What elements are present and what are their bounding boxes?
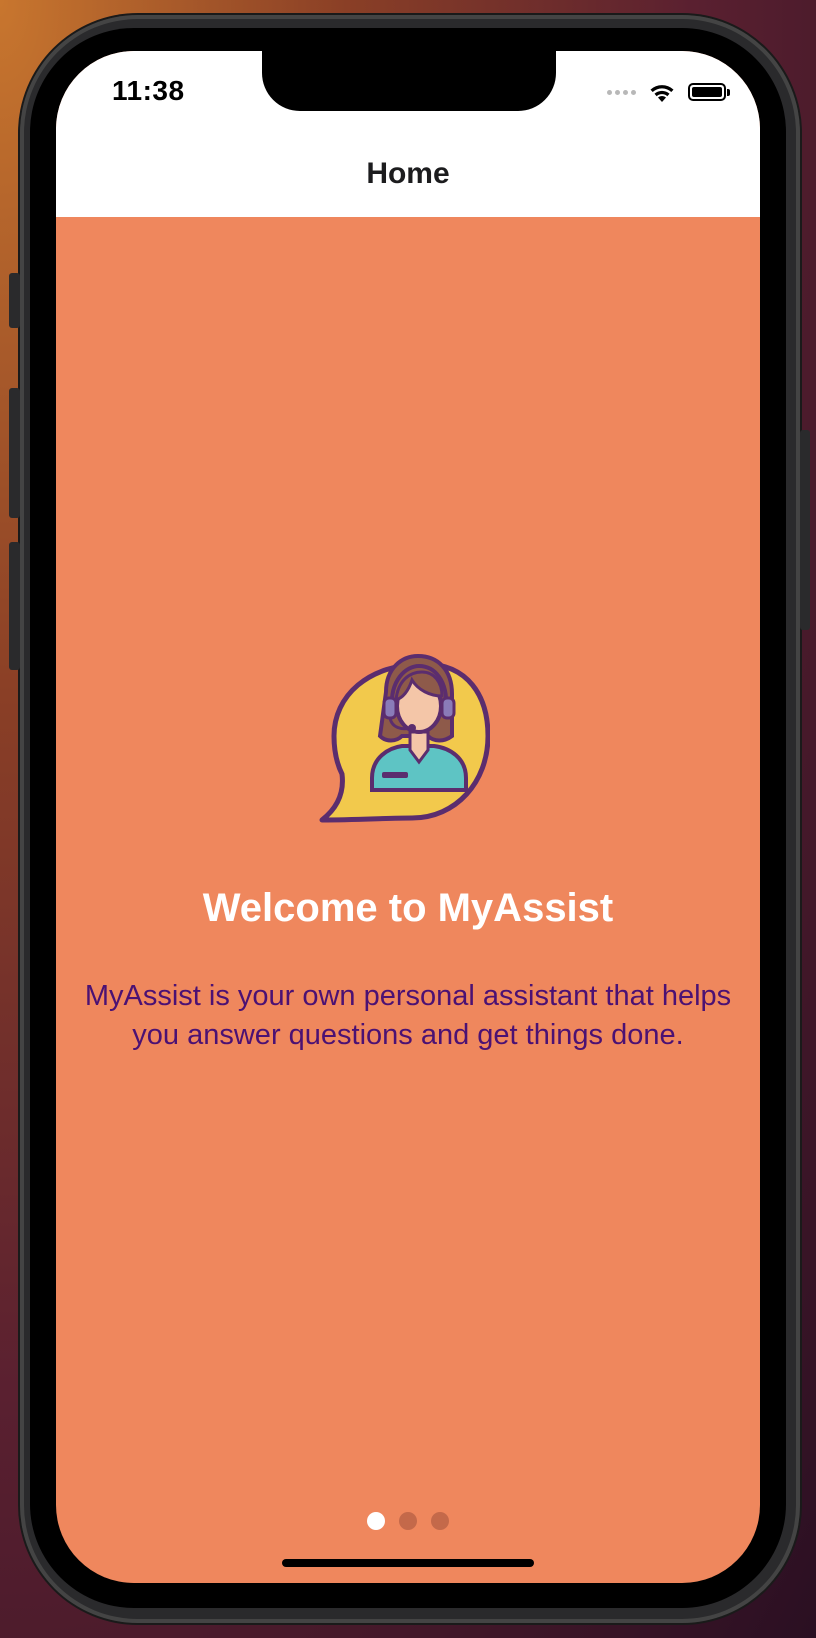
power-button (800, 430, 810, 630)
onboarding-page[interactable]: Welcome to MyAssist MyAssist is your own… (56, 217, 760, 1583)
page-dot-2[interactable] (399, 1512, 417, 1530)
mute-switch (9, 273, 20, 328)
status-icons (607, 81, 730, 103)
nav-title: Home (366, 157, 450, 190)
volume-down-button (9, 542, 20, 670)
cellular-signal-icon (607, 89, 636, 95)
notch (262, 51, 556, 111)
page-dot-3[interactable] (431, 1512, 449, 1530)
page-dot-1[interactable] (367, 1512, 385, 1530)
wifi-icon (650, 85, 674, 102)
welcome-description: MyAssist is your own personal assistant … (84, 980, 732, 1051)
page-indicator[interactable] (56, 1512, 760, 1530)
status-time: 11:38 (112, 75, 185, 106)
battery-icon (688, 83, 730, 101)
home-indicator[interactable] (282, 1559, 534, 1567)
navigation-bar: 11:38 Home (56, 51, 760, 217)
welcome-title: Welcome to MyAssist (202, 886, 614, 930)
phone-screen: 11:38 Home Welcome to MyAssist MyAssist … (56, 51, 760, 1583)
volume-up-button (9, 388, 20, 518)
support-agent-icon (319, 653, 490, 823)
